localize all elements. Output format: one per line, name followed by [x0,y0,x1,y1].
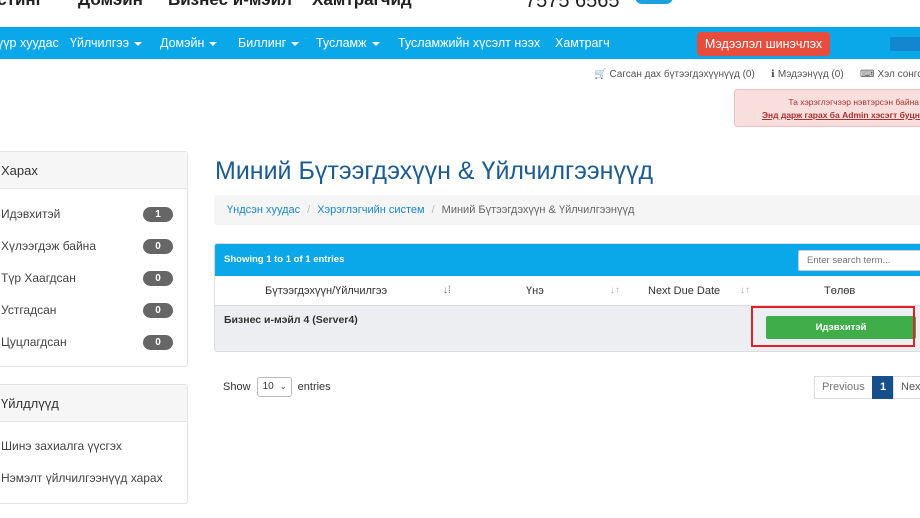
table-toolbar: Showing 1 to 1 of 1 entries [215,244,920,276]
breadcrumb-home[interactable]: Үндсэн хуудас [227,204,300,216]
chevron-down-icon [291,41,300,46]
count-badge: 0 [143,303,173,318]
pager-previous[interactable]: Previous [814,376,873,399]
view-panel: Харах Идэвхитэй 1 Хүлээгдэж байна 0 Түр Ха… [0,151,188,367]
cart-link[interactable]: 🛒 Сагсан дах бүтээгдэхүүнүүд (0) [594,69,755,80]
top-pill-button[interactable] [635,0,673,4]
count-badge: 0 [143,335,173,350]
sort-icon[interactable]: ↓↑ [610,276,620,306]
top-phone: 7575 6565 [525,0,620,12]
breadcrumb: Үндсэн хуудас / Хэрэглэгчийн систем / Миний … [214,195,920,225]
filter-pending[interactable]: Хүлээгдэж байна 0 [0,230,187,262]
filter-suspended[interactable]: Түр Хаагдсан 0 [0,262,187,294]
table-header: Бүтээгдэхүүн/Үйлчилгээ ↓⁞ Үнэ ↓↑ Next Du… [215,276,920,306]
breadcrumb-separator: / [431,204,435,216]
nav-billing[interactable]: Биллинг [238,27,300,59]
pager-next[interactable]: Next [893,376,920,399]
return-to-admin-link[interactable]: Энд дарж гарах ба Admin хэсэгт буцна уу [762,110,920,120]
top-link-hosting[interactable]: эстинг [0,0,43,10]
row-product-name[interactable]: Бизнес и-мэйл 4 (Server4) [224,314,358,326]
top-link-partners[interactable]: Хамтрагчид [312,0,412,10]
actions-panel: Үйлдлүүд Шинэ захиалга үүсгэх Нэмэлт үйл… [0,384,188,504]
chevron-down-icon [209,41,218,46]
notifications-link[interactable]: ℹ Мэдээнүүд (0) [771,69,844,80]
action-view-addons[interactable]: Нэмэлт үйлчилгээнүүд харах [0,462,187,494]
sort-asc-icon[interactable]: ↓⁞ [443,276,451,306]
top-strip: эстинг Домэйн Бизнес и-мэйл Хамтрагчид 7… [0,0,920,27]
nav-home[interactable]: Нүүр хуудас [0,27,59,59]
count-badge: 0 [143,271,173,286]
nav-domain[interactable]: Домэйн [160,27,218,59]
actions-panel-title: Үйлдлүүд [0,385,187,422]
count-badge: 1 [143,207,173,222]
nav-services[interactable]: Үйлчилгээ [70,27,143,59]
pager-page-1[interactable]: 1 [872,376,895,399]
update-info-button[interactable]: Мэдээлэл шинэчлэх [697,32,830,56]
breadcrumb-separator: / [307,204,311,216]
admin-alert: Та хэрэглэгчээр нэвтэрсэн байна Энд дарж… [734,89,920,127]
top-icon-1[interactable]: ◦ [735,0,743,5]
nav-open-ticket[interactable]: Тусламжийн хүсэлт нээх [398,27,540,59]
col-product[interactable]: Бүтээгдэхүүн/Үйлчилгээ [265,276,387,306]
chevron-down-icon: ⌄ [279,382,287,391]
top-link-email[interactable]: Бизнес и-мэйл [168,0,292,10]
user-name-box[interactable] [890,37,920,51]
count-badge: 0 [143,239,173,254]
chevron-down-icon [371,41,380,46]
filter-terminated[interactable]: Устгадсан 0 [0,294,187,326]
info-icon: ℹ [771,69,775,80]
top-icon-2[interactable]: ▫ [808,0,816,5]
col-due-date[interactable]: Next Due Date [648,276,720,306]
page-title: Миний Бүтээгдэхүүн & Үйлчилгээнүүд [215,157,654,185]
action-new-order[interactable]: Шинэ захиалга үүсгэх [0,430,187,462]
highlight-box [751,306,915,347]
nav-support[interactable]: Тусламж [316,27,380,59]
page-size-select[interactable]: 10 ⌄ [256,377,292,397]
sort-icon[interactable]: ↓↑ [740,276,750,306]
view-panel-title: Харах [0,152,187,189]
table-search-input[interactable] [798,250,920,271]
filter-active[interactable]: Идэвхитэй 1 [0,198,187,230]
col-price[interactable]: Үнэ [526,276,544,306]
filter-cancelled[interactable]: Цуцлагдсан 0 [0,326,187,358]
breadcrumb-current: Миний Бүтээгдэхүүн & Үйлчилгээнүүд [441,204,635,216]
cart-icon: 🛒 [594,69,607,80]
page-size-control: Show 10 ⌄ entries [223,377,331,397]
col-status[interactable]: Төлөв [824,276,855,306]
language-link[interactable]: ⌨ Хэл сонго [860,69,920,80]
nav-affiliate[interactable]: Хамтрагч [555,27,610,59]
language-icon: ⌨ [860,69,875,80]
entries-info: Showing 1 to 1 of 1 entries [224,254,345,265]
breadcrumb-client-area[interactable]: Хэрэглэгчийн систем [317,204,424,216]
chevron-down-icon [134,41,143,46]
alert-text: Та хэрэглэгчээр нэвтэрсэн байна [788,97,919,107]
top-link-domain[interactable]: Домэйн [78,0,143,10]
